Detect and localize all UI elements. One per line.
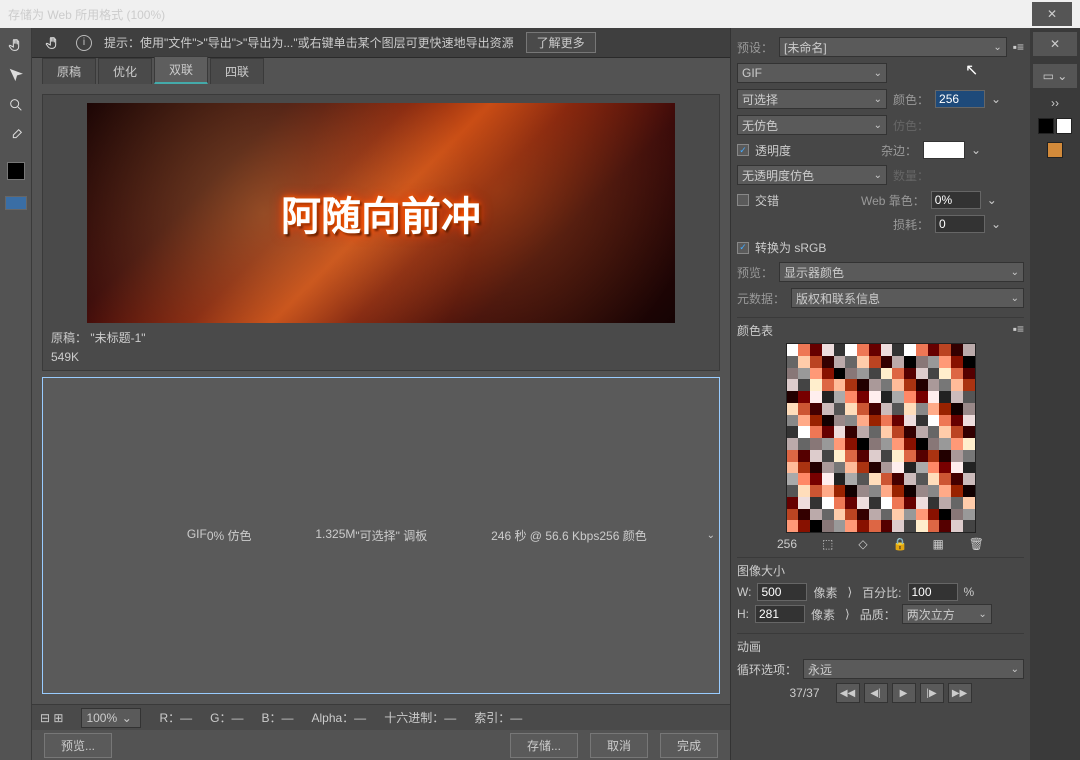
srgb-checkbox[interactable]	[737, 242, 749, 254]
done-button[interactable]: 完成	[660, 733, 718, 758]
r-value: R：—	[159, 709, 192, 726]
forward-button[interactable]: ▶▶	[948, 683, 972, 703]
reduction-select[interactable]: 可选择	[737, 89, 887, 109]
learn-more-button[interactable]: 了解更多	[526, 32, 596, 53]
transparency-checkbox[interactable]	[737, 144, 749, 156]
panel-expand-icon[interactable]: ››	[1051, 96, 1059, 110]
quality-select[interactable]: 两次立方	[902, 604, 992, 624]
close-button[interactable]: ✕	[1032, 2, 1072, 26]
dither-select[interactable]: 无仿色	[737, 115, 887, 135]
metadata-select[interactable]: 版权和联系信息	[791, 288, 1024, 308]
panel-menu-icon[interactable]: ▭ ⌄	[1033, 64, 1077, 88]
trash-icon[interactable]: 🗑	[969, 537, 984, 551]
zoom-select[interactable]: 100%⌄	[81, 708, 141, 728]
info-icon: i	[76, 35, 92, 51]
anim-label: 动画	[737, 638, 761, 655]
expand-icon[interactable]: ⊟ ⊞	[40, 711, 63, 725]
foreground-swatch[interactable]	[7, 162, 25, 180]
orange-swatch[interactable]	[1047, 142, 1063, 158]
preset-select[interactable]: [未命名]	[779, 37, 1007, 57]
cancel-button[interactable]: 取消	[590, 733, 648, 758]
g-value: G：—	[210, 709, 243, 726]
zoom-tool[interactable]	[5, 94, 27, 116]
preview-button[interactable]: 预览...	[44, 733, 112, 758]
frame-count: 37/37	[789, 686, 819, 700]
alpha-value: Alpha：—	[311, 709, 366, 726]
color-table[interactable]	[786, 343, 976, 533]
index-value: 索引：—	[474, 709, 522, 726]
tab-4up[interactable]: 四联	[210, 58, 264, 84]
swatch-pair[interactable]	[1038, 118, 1072, 134]
colortable-label: 颜色表	[737, 322, 773, 339]
ct-icon[interactable]: ▦	[932, 537, 943, 551]
tab-optimized[interactable]: 优化	[98, 58, 152, 84]
save-button[interactable]: 存储...	[510, 733, 578, 758]
play-button[interactable]: ▶	[892, 683, 916, 703]
panel-close-icon[interactable]: ✕	[1033, 32, 1077, 56]
width-input[interactable]	[757, 583, 807, 601]
hand-tool[interactable]	[5, 34, 27, 56]
optimized-panel[interactable]: 阿随向前冲 GIF0% 仿色 1.325M"可选择" 调板 246 秒 @ 56…	[42, 377, 720, 694]
imagesize-label: 图像大小	[737, 562, 785, 579]
link-icon[interactable]: ⟩	[847, 585, 852, 599]
dropdown-icon[interactable]: ⌄	[987, 193, 997, 207]
dropdown-icon[interactable]: ⌄	[991, 92, 1001, 106]
colors-input[interactable]	[935, 90, 985, 108]
original-panel[interactable]: 阿随向前冲 原稿： "未标题-1" 549K	[42, 94, 720, 371]
colorcount: 256	[777, 537, 797, 551]
lossy-input[interactable]	[935, 215, 985, 233]
next-frame-button[interactable]: |▶	[920, 683, 944, 703]
dropdown-icon[interactable]: ⌄	[991, 217, 1001, 231]
prev-frame-button[interactable]: ◀|	[864, 683, 888, 703]
window-title: 存储为 Web 所用格式 (100%)	[8, 6, 165, 23]
menu-icon[interactable]: ▪≡	[1013, 322, 1024, 339]
mode-icon[interactable]	[5, 196, 27, 210]
tab-original[interactable]: 原稿	[42, 58, 96, 84]
websnap-input[interactable]	[931, 191, 981, 209]
format-select[interactable]: GIF	[737, 63, 887, 83]
dropdown-icon[interactable]: ⌄	[971, 143, 981, 157]
percent-input[interactable]	[908, 583, 958, 601]
hint-text: 提示：使用"文件">"导出">"导出为..."或右键单击某个图层可更快速地导出资…	[104, 34, 514, 51]
loop-select[interactable]: 永远	[803, 659, 1024, 679]
hand-icon	[42, 32, 64, 54]
height-input[interactable]	[755, 605, 805, 623]
ct-icon[interactable]: ⬚	[822, 537, 833, 551]
matte-swatch[interactable]	[923, 141, 965, 159]
tab-2up[interactable]: 双联	[154, 56, 208, 84]
original-thumbnail: 阿随向前冲	[87, 103, 675, 323]
ct-icon[interactable]: 🔒	[893, 537, 908, 551]
pointer-tool[interactable]	[5, 64, 27, 86]
preview-select[interactable]: 显示器颜色	[779, 262, 1024, 282]
trans-dither-select[interactable]: 无透明度仿色	[737, 165, 887, 185]
b-value: B：—	[261, 709, 293, 726]
rewind-button[interactable]: ◀◀	[836, 683, 860, 703]
hex-value: 十六进制：—	[384, 709, 456, 726]
ct-icon[interactable]: ◇	[858, 537, 867, 551]
menu-icon[interactable]: ▪≡	[1013, 40, 1024, 54]
eyedropper-tool[interactable]	[5, 124, 27, 146]
interlace-checkbox[interactable]	[737, 194, 749, 206]
